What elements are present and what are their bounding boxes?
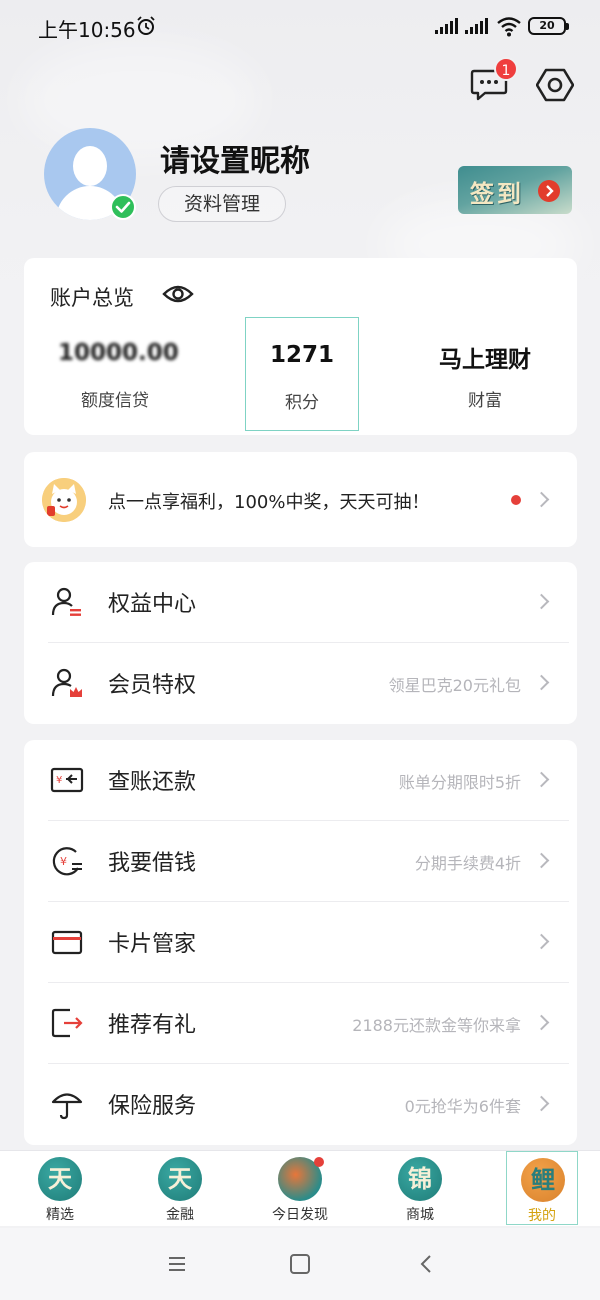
- lucky-cat-icon: [42, 478, 86, 522]
- checkin-label: 签到: [470, 180, 524, 208]
- discover-red-dot: [314, 1157, 324, 1167]
- promo-banner[interactable]: 点一点享福利，100%中奖，天天可抽！: [24, 452, 577, 547]
- tab-discover[interactable]: 今日发现: [264, 1151, 336, 1225]
- account-overview-card: 账户总览 10000.00 额度信贷 1271 积分 马上理财 财富: [24, 258, 577, 435]
- menu-row-borrow[interactable]: ¥ 我要借钱 分期手续费4折: [24, 821, 577, 901]
- featured-icon: 天: [38, 1157, 82, 1201]
- rights-card: 权益中心 会员特权 领星巴克20元礼包: [24, 562, 577, 724]
- svg-text:¥: ¥: [60, 855, 67, 868]
- verified-icon: [110, 194, 136, 220]
- chevron-right-icon: [533, 674, 550, 691]
- menu-icon[interactable]: [168, 1256, 186, 1272]
- battery-level: 20: [539, 19, 555, 32]
- menu-row-rights-center[interactable]: 权益中心: [24, 562, 577, 642]
- row-hint: 2188元还款金等你来拿: [352, 1016, 521, 1035]
- row-label: 权益中心: [108, 592, 197, 617]
- mine-icon: 鲤: [521, 1158, 565, 1202]
- home-icon[interactable]: [290, 1254, 310, 1274]
- signal-icon: [435, 18, 458, 34]
- stat-points-label: 积分: [285, 393, 319, 413]
- bill-icon: ¥: [50, 767, 84, 793]
- stat-wealth-value: 马上理财: [439, 347, 531, 373]
- member-crown-icon: [51, 668, 82, 697]
- avatar-head: [73, 146, 107, 186]
- user-rights-icon: [51, 587, 81, 616]
- menu-row-referral[interactable]: 推荐有礼 2188元还款金等你来拿: [24, 983, 577, 1063]
- tab-label: 商城: [406, 1207, 434, 1223]
- menu-row-insurance[interactable]: 保险服务 0元抢华为6件套: [24, 1064, 577, 1144]
- menu-row-card-manager[interactable]: 卡片管家: [24, 902, 577, 982]
- stat-credit[interactable]: 10000.00 额度信贷: [58, 316, 179, 432]
- alarm-icon: [137, 16, 155, 35]
- checkin-arrow-icon: [538, 180, 560, 202]
- tab-mine[interactable]: 鲤 我的: [506, 1151, 578, 1225]
- chevron-right-icon: [533, 852, 550, 869]
- message-badge: 1: [494, 57, 518, 81]
- promo-text: 点一点享福利，100%中奖，天天可抽！: [108, 492, 430, 513]
- tab-label: 精选: [46, 1207, 74, 1223]
- referral-share-icon: [51, 1008, 83, 1038]
- menu-row-bill-repay[interactable]: ¥ 查账还款 账单分期限时5折: [24, 740, 577, 820]
- profile-management-button[interactable]: 资料管理: [158, 186, 286, 222]
- signal-icon-2: [465, 18, 488, 34]
- row-label: 会员特权: [108, 673, 197, 698]
- eye-icon[interactable]: [162, 282, 194, 306]
- stat-wealth[interactable]: 马上理财 财富: [428, 316, 542, 432]
- battery-icon: 20: [528, 17, 569, 35]
- tab-finance[interactable]: 天 金融: [144, 1151, 216, 1225]
- stat-wealth-label: 财富: [468, 391, 502, 411]
- tab-featured[interactable]: 天 精选: [24, 1151, 96, 1225]
- tab-label: 金融: [166, 1207, 194, 1223]
- row-hint: 分期手续费4折: [414, 854, 521, 873]
- mall-icon: 锦: [398, 1157, 442, 1201]
- row-label: 我要借钱: [108, 851, 197, 876]
- row-label: 保险服务: [108, 1094, 197, 1119]
- umbrella-icon: [51, 1093, 83, 1120]
- status-time: 上午10:56: [38, 18, 136, 42]
- chevron-right-icon: [533, 593, 550, 610]
- stat-points-value: 1271: [269, 342, 334, 368]
- overview-title: 账户总览: [50, 286, 134, 310]
- row-label: 查账还款: [108, 770, 197, 795]
- chevron-right-icon: [533, 771, 550, 788]
- tab-label: 我的: [528, 1208, 556, 1224]
- wifi-icon: [497, 17, 521, 37]
- stat-credit-value: 10000.00: [58, 340, 179, 366]
- card-icon: [51, 930, 83, 955]
- stat-credit-label: 额度信贷: [81, 391, 149, 411]
- tab-label: 今日发现: [272, 1207, 328, 1223]
- chevron-right-icon: [533, 1014, 550, 1031]
- nickname[interactable]: 请设置昵称: [160, 136, 310, 180]
- system-nav-bar: [0, 1228, 600, 1300]
- row-hint: 领星巴克20元礼包: [388, 676, 521, 695]
- status-bar: 上午10:56 20: [0, 0, 600, 56]
- row-hint: 账单分期限时5折: [398, 773, 521, 792]
- menu-row-member-privilege[interactable]: 会员特权 领星巴克20元礼包: [24, 643, 577, 723]
- chevron-right-icon: [533, 491, 550, 508]
- tab-mall[interactable]: 锦 商城: [384, 1151, 456, 1225]
- row-label: 推荐有礼: [108, 1013, 197, 1038]
- row-hint: 0元抢华为6件套: [404, 1097, 521, 1116]
- settings-icon[interactable]: [536, 66, 574, 104]
- back-icon[interactable]: [420, 1255, 432, 1273]
- finance-icon: 天: [158, 1157, 202, 1201]
- borrow-money-icon: ¥: [52, 847, 82, 876]
- chevron-right-icon: [533, 933, 550, 950]
- stat-points[interactable]: 1271 积分: [245, 317, 359, 431]
- svg-text:¥: ¥: [56, 775, 62, 786]
- promo-red-dot: [511, 495, 521, 505]
- services-card: ¥ 查账还款 账单分期限时5折 ¥ 我要借钱 分期手续费4折 卡片管家 推荐有礼…: [24, 740, 577, 1145]
- chevron-right-icon: [533, 1095, 550, 1112]
- row-label: 卡片管家: [108, 932, 197, 957]
- checkin-button[interactable]: 签到: [458, 166, 572, 214]
- bottom-tab-bar: 天 精选 天 金融 今日发现 锦 商城 鲤 我的: [0, 1150, 600, 1226]
